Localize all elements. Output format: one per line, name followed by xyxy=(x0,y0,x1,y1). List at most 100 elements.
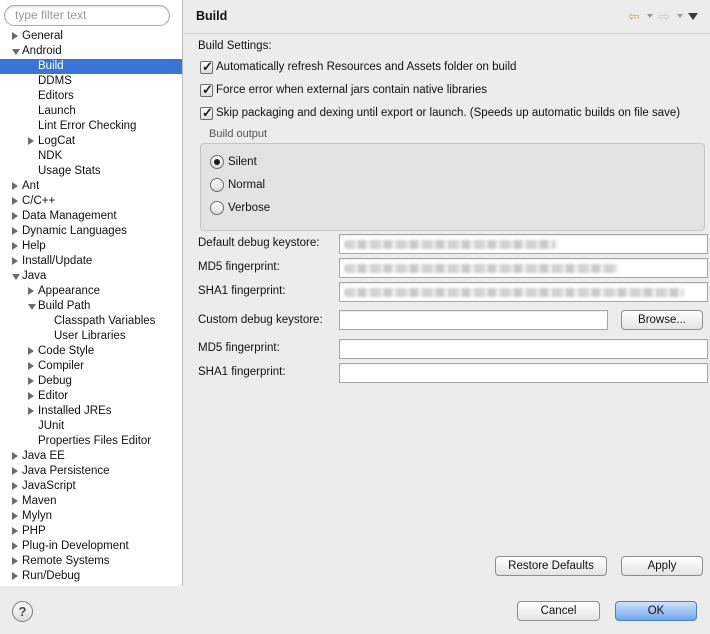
sha1-fingerprint-field[interactable] xyxy=(339,282,708,302)
chevron-down-icon[interactable] xyxy=(12,49,20,55)
tree-item-label: C/C++ xyxy=(22,195,56,207)
chevron-right-icon[interactable] xyxy=(12,32,18,40)
skip-packaging-checkbox[interactable]: ✓ xyxy=(200,105,213,120)
tree-item-general[interactable]: General xyxy=(0,29,182,44)
view-menu-icon[interactable] xyxy=(688,13,698,20)
custom-md5-field[interactable] xyxy=(339,339,708,359)
tree-item-editor[interactable]: Editor xyxy=(0,389,182,404)
chevron-right-icon[interactable] xyxy=(12,257,18,265)
chevron-right-icon[interactable] xyxy=(12,482,18,490)
preferences-tree: General Android Build DDMS Editors Launch Lint… xyxy=(0,29,182,584)
tree-item-logcat[interactable]: LogCat xyxy=(0,134,182,149)
tree-item-label: Installed JREs xyxy=(38,405,112,417)
tree-item-compiler[interactable]: Compiler xyxy=(0,359,182,374)
tree-item-label: Android xyxy=(22,45,62,57)
radio-normal[interactable] xyxy=(210,178,224,192)
chevron-right-icon[interactable] xyxy=(12,497,18,505)
chevron-right-icon[interactable] xyxy=(12,197,18,205)
chevron-down-icon[interactable] xyxy=(12,274,20,280)
apply-button[interactable]: Apply xyxy=(621,556,703,576)
tree-item-user-libraries[interactable]: User Libraries xyxy=(0,329,182,344)
chevron-right-icon[interactable] xyxy=(28,287,34,295)
chevron-right-icon[interactable] xyxy=(28,347,34,355)
radio-normal-label: Normal xyxy=(228,179,266,191)
md5-fingerprint-field[interactable] xyxy=(339,258,708,278)
tree-item-help[interactable]: Help xyxy=(0,239,182,254)
chevron-right-icon[interactable] xyxy=(12,452,18,460)
tree-item-run-debug[interactable]: Run/Debug xyxy=(0,569,182,584)
tree-item-install-update[interactable]: Install/Update xyxy=(0,254,182,269)
back-arrow-icon[interactable]: ⇦ xyxy=(628,9,640,23)
build-output-title: Build output xyxy=(209,128,268,140)
cancel-button[interactable]: Cancel xyxy=(517,601,600,621)
tree-item-android[interactable]: Android xyxy=(0,44,182,59)
chevron-right-icon[interactable] xyxy=(12,467,18,475)
tree-item-java-ee[interactable]: Java EE xyxy=(0,449,182,464)
chevron-right-icon[interactable] xyxy=(28,407,34,415)
forward-dropdown-icon[interactable] xyxy=(677,14,683,18)
chevron-right-icon[interactable] xyxy=(12,557,18,565)
custom-sha1-field[interactable] xyxy=(339,363,708,383)
tree-item-dynamic-languages[interactable]: Dynamic Languages xyxy=(0,224,182,239)
chevron-right-icon[interactable] xyxy=(12,242,18,250)
radio-silent[interactable] xyxy=(210,155,224,169)
tree-item-php[interactable]: PHP xyxy=(0,524,182,539)
tree-item-data-management[interactable]: Data Management xyxy=(0,209,182,224)
chevron-right-icon[interactable] xyxy=(28,392,34,400)
force-error-checkbox[interactable]: ✓ xyxy=(200,82,213,97)
chevron-right-icon[interactable] xyxy=(28,137,34,145)
tree-item-junit[interactable]: JUnit xyxy=(0,419,182,434)
chevron-down-icon[interactable] xyxy=(28,304,36,310)
default-keystore-field[interactable] xyxy=(339,234,708,254)
tree-item-build-path[interactable]: Build Path xyxy=(0,299,182,314)
auto-refresh-label: Automatically refresh Resources and Asse… xyxy=(216,61,517,73)
tree-item-classpath-variables[interactable]: Classpath Variables xyxy=(0,314,182,329)
filter-search-field[interactable] xyxy=(4,5,170,26)
tree-item-label: NDK xyxy=(38,150,63,162)
tree-item-build[interactable]: Build xyxy=(0,59,182,74)
tree-item-java-persistence[interactable]: Java Persistence xyxy=(0,464,182,479)
tree-item-label: LogCat xyxy=(38,135,76,147)
back-dropdown-icon[interactable] xyxy=(647,14,653,18)
filter-input[interactable] xyxy=(15,8,165,22)
chevron-right-icon[interactable] xyxy=(12,182,18,190)
tree-item-mylyn[interactable]: Mylyn xyxy=(0,509,182,524)
help-icon[interactable]: ? xyxy=(12,601,33,622)
chevron-right-icon[interactable] xyxy=(28,377,34,385)
chevron-right-icon[interactable] xyxy=(12,512,18,520)
tree-item-plug-in-development[interactable]: Plug-in Development xyxy=(0,539,182,554)
custom-keystore-field[interactable] xyxy=(339,310,608,330)
tree-item-installed-jres[interactable]: Installed JREs xyxy=(0,404,182,419)
tree-item-label: User Libraries xyxy=(54,330,126,342)
tree-item-javascript[interactable]: JavaScript xyxy=(0,479,182,494)
tree-item-maven[interactable]: Maven xyxy=(0,494,182,509)
tree-item-ndk[interactable]: NDK xyxy=(0,149,182,164)
tree-item-remote-systems[interactable]: Remote Systems xyxy=(0,554,182,569)
chevron-right-icon[interactable] xyxy=(12,572,18,580)
tree-item-label: Appearance xyxy=(38,285,101,297)
radio-verbose[interactable] xyxy=(210,201,224,215)
chevron-right-icon[interactable] xyxy=(28,362,34,370)
chevron-right-icon[interactable] xyxy=(12,227,18,235)
chevron-right-icon[interactable] xyxy=(12,542,18,550)
tree-item-usage-stats[interactable]: Usage Stats xyxy=(0,164,182,179)
tree-item-appearance[interactable]: Appearance xyxy=(0,284,182,299)
tree-item-code-style[interactable]: Code Style xyxy=(0,344,182,359)
tree-item-ant[interactable]: Ant xyxy=(0,179,182,194)
tree-item-debug[interactable]: Debug xyxy=(0,374,182,389)
tree-item-lint-error-checking[interactable]: Lint Error Checking xyxy=(0,119,182,134)
tree-item-label: Launch xyxy=(38,105,76,117)
tree-item-editors[interactable]: Editors xyxy=(0,89,182,104)
browse-button[interactable]: Browse... xyxy=(621,310,703,330)
tree-item-launch[interactable]: Launch xyxy=(0,104,182,119)
auto-refresh-checkbox[interactable]: ✓ xyxy=(200,59,213,74)
tree-item-c-c[interactable]: C/C++ xyxy=(0,194,182,209)
chevron-right-icon[interactable] xyxy=(12,212,18,220)
restore-defaults-button[interactable]: Restore Defaults xyxy=(495,556,607,576)
tree-item-java[interactable]: Java xyxy=(0,269,182,284)
ok-button[interactable]: OK xyxy=(615,601,697,621)
tree-item-ddms[interactable]: DDMS xyxy=(0,74,182,89)
forward-arrow-icon[interactable]: ⇨ xyxy=(658,9,670,23)
chevron-right-icon[interactable] xyxy=(12,527,18,535)
tree-item-properties-files-editor[interactable]: Properties Files Editor xyxy=(0,434,182,449)
